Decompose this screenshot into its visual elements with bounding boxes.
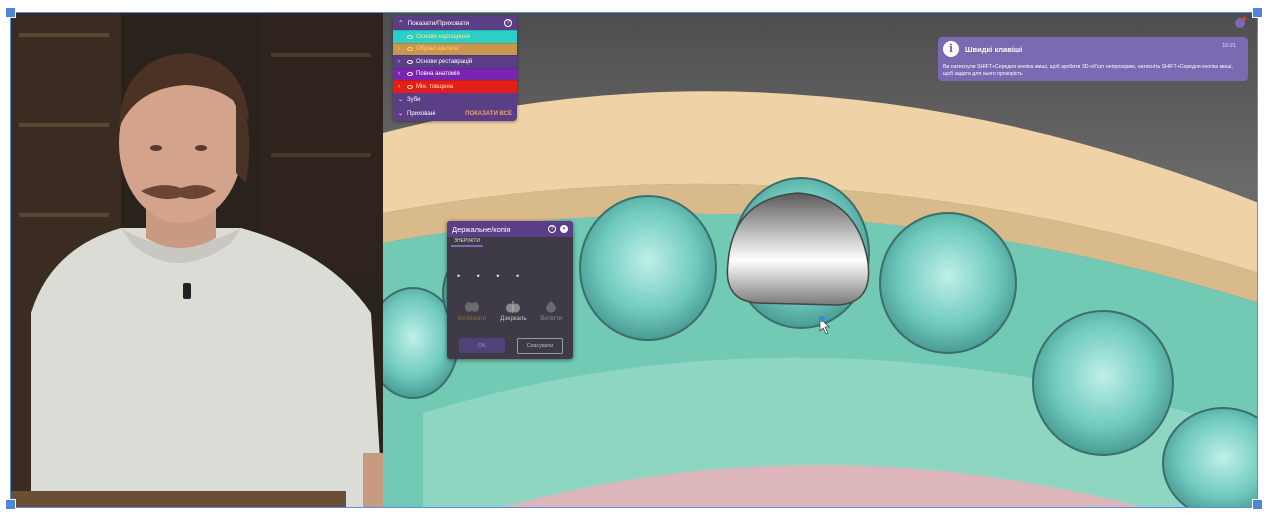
copy-action-button[interactable]: Копіювати [458,301,486,322]
layer-row-restoration-bases[interactable]: › Основи реставрацій [393,55,517,68]
chevron-up-icon: ⌃ [398,20,404,27]
action-group: Копіювати Дзеркаль Витягти [451,301,569,322]
visibility-panel-title: Показати/Приховати [407,19,470,27]
chevron-right-icon[interactable]: › [398,84,404,90]
ok-button[interactable]: OK [459,338,505,353]
eye-icon[interactable] [407,72,413,77]
layer-row-selected-jaws[interactable]: › Обрані щелепи [393,42,517,55]
layer-row-min-thickness[interactable]: › Мін. товщина [393,80,517,93]
layer-label: Мін. товщина [416,83,454,90]
info-icon: i [943,41,959,57]
notification-time: 10:21 [1222,43,1236,49]
tab-cut[interactable]: ЗНЕРІЖТИ [451,238,483,247]
chevron-right-icon[interactable]: › [398,59,404,65]
mirror-action-label: Дзеркаль [500,316,527,322]
layer-label: Повна анатомія [416,71,460,78]
chevron-right-icon[interactable]: › [398,71,404,77]
webcam-video [11,13,383,507]
extract-action-label: Витягти [540,316,563,322]
eye-icon[interactable] [407,84,413,89]
visibility-panel-header[interactable]: ⌃ Показати/Приховати ? [393,16,517,30]
dialog-title: Держальне/копія [452,224,511,234]
section-hidden-label: Приховані [407,110,436,117]
mirror-action-button[interactable]: Дзеркаль [500,301,527,322]
layer-row-base-buildup[interactable]: Основи нарощення [393,30,517,43]
dialog-header: Держальне/копія ? × [447,221,573,237]
notification-title: Швидкі клавіші [965,45,1023,54]
notification-dot [1242,17,1246,21]
chevron-down-icon: ⌄ [398,111,404,117]
section-teeth[interactable]: ⌄ Зуби [393,93,517,107]
copy-teeth-icon [465,302,480,312]
eye-icon[interactable] [407,34,413,39]
eye-icon[interactable] [407,47,413,52]
resize-handle-bottom-left[interactable] [5,499,16,510]
cancel-button[interactable]: Скасувати [517,338,563,354]
resize-handle-top-right[interactable] [1252,7,1263,18]
notification-message: Ви натиснули SHIFT+Середня кнопка миші, … [943,64,1233,77]
resize-handle-bottom-right[interactable] [1252,499,1263,510]
chevron-down-icon: ⌄ [398,97,404,103]
extract-tooth-icon [546,301,557,313]
section-hidden[interactable]: ⌄ Приховані ПОКАЗАТИ ВСЕ [393,107,517,121]
layer-label: Основи нарощення [416,33,470,40]
webcam-feed [11,13,383,507]
resize-handle-top-left[interactable] [5,7,16,18]
bell-icon[interactable] [1235,17,1246,28]
step-dots: • • • • [457,271,527,281]
layer-label: Обрані щелепи [416,46,459,53]
visibility-panel: ⌃ Показати/Приховати ? Основи нарощення … [393,16,517,121]
dental-3d-viewport[interactable]: ⌃ Показати/Приховати ? Основи нарощення … [383,13,1257,507]
mirror-icon [506,301,521,313]
eye-icon[interactable] [407,59,413,64]
dialog-buttons: OK Скасувати [459,338,563,354]
show-all-button[interactable]: ПОКАЗАТИ ВСЕ [465,111,512,117]
close-icon[interactable]: × [560,225,568,233]
shortcut-notification: i Швидкі клавіші 10:21 Ви натиснули SHIF… [938,37,1248,81]
extract-action-button[interactable]: Витягти [540,301,562,322]
layer-row-full-anatomy[interactable]: › Повна анатомія [393,67,517,80]
layer-label: Основи реставрацій [416,58,473,65]
copy-action-label: Копіювати [457,316,487,322]
holder-copy-dialog: Держальне/копія ? × ЗНЕРІЖТИ • • • • Коп… [447,221,573,359]
section-teeth-label: Зуби [407,96,421,103]
main-window: ⌃ Показати/Приховати ? Основи нарощення … [10,12,1258,508]
help-icon[interactable]: ? [504,19,512,27]
chevron-right-icon[interactable]: › [398,46,404,52]
help-icon[interactable]: ? [548,225,556,233]
